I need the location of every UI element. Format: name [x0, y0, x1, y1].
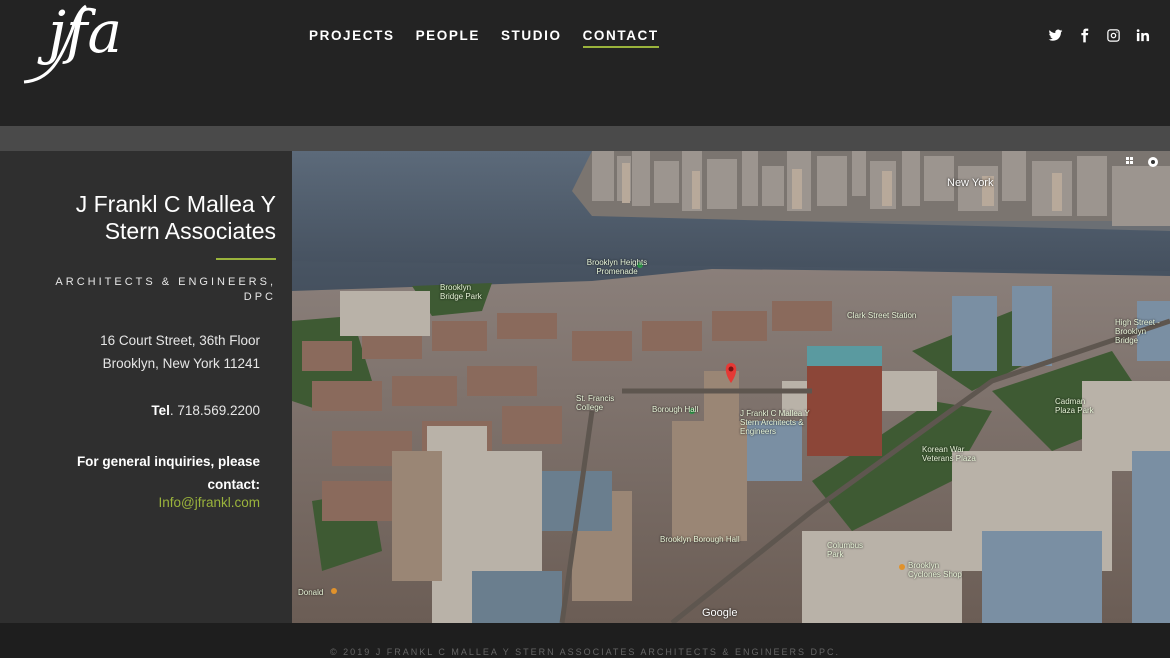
satellite-map[interactable]: New York Brooklyn Heights Promenade Broo…: [292, 151, 1170, 623]
map-label-korean-war: Korean War Veterans Plaza: [922, 445, 976, 463]
nav-projects[interactable]: PROJECTS: [309, 28, 395, 48]
header-band: [0, 126, 1170, 151]
main-nav: PROJECTS PEOPLE STUDIO CONTACT: [309, 28, 659, 48]
food-marker-icon: [331, 588, 337, 594]
tel-label: Tel: [151, 403, 170, 418]
map-label-new-york: New York: [947, 177, 994, 189]
logo[interactable]: jfa: [20, 0, 148, 88]
map-label-clark-st: Clark Street Station: [847, 311, 917, 320]
firm-name: J Frankl C Mallea Y Stern Associates: [75, 191, 276, 244]
map-label-st-francis: St. Francis College: [576, 394, 615, 412]
email-link[interactable]: Info@jfrankl.com: [159, 495, 261, 510]
map-label-jfa: J Frankl C Mallea Y Stern Architects & E…: [740, 409, 810, 436]
map-grid-icon[interactable]: [1125, 156, 1137, 168]
compass-icon[interactable]: [1147, 156, 1159, 168]
map-label-borough-hall-stop: Brooklyn Borough Hall: [660, 535, 740, 544]
address-line-2: Brooklyn, New York 11241: [102, 356, 260, 371]
instagram-icon[interactable]: [1106, 28, 1121, 43]
map-label-donald: Donald: [298, 588, 324, 597]
nav-people[interactable]: PEOPLE: [416, 28, 480, 48]
map-label-columbus: Columbus Park: [827, 541, 864, 559]
facebook-icon[interactable]: [1077, 28, 1092, 43]
map-label-borough-hall: Borough Hall: [652, 405, 699, 414]
map-label-cadman: Cadman Plaza Park: [1055, 397, 1094, 415]
accent-divider: [216, 258, 276, 260]
twitter-icon[interactable]: [1048, 28, 1063, 43]
contact-panel: J Frankl C Mallea Y Stern Associates ARC…: [0, 151, 292, 623]
firm-subtitle: ARCHITECTS & ENGINEERS, DPC: [55, 276, 276, 303]
site-header: jfa PROJECTS PEOPLE STUDIO CONTACT: [0, 0, 1170, 126]
map-label-high-st: High Street - Brooklyn Bridge: [1115, 318, 1160, 345]
map-image: [292, 151, 1170, 623]
telephone: Tel. 718.569.2200: [151, 403, 260, 418]
inquiry-text: For general inquiries, please contact:: [76, 454, 260, 492]
map-label-bridge-park: Brooklyn Bridge Park: [440, 283, 482, 301]
nav-studio[interactable]: STUDIO: [501, 28, 562, 48]
map-attribution: Google: [702, 607, 738, 619]
address-line-1: 16 Court Street, 36th Floor: [100, 333, 260, 348]
site-footer: © 2019 J FRANKL C MALLEA Y STERN ASSOCIA…: [0, 623, 1170, 658]
logo-text: jfa: [37, 0, 122, 66]
tel-number[interactable]: . 718.569.2200: [170, 403, 260, 418]
social-links: [1048, 28, 1150, 43]
linkedin-icon[interactable]: [1135, 28, 1150, 43]
nav-contact[interactable]: CONTACT: [582, 28, 659, 48]
copyright-text: © 2019 J FRANKL C MALLEA Y STERN ASSOCIA…: [330, 647, 840, 657]
map-label-promenade: Brooklyn Heights Promenade: [586, 258, 648, 276]
map-label-shop: Brooklyn Cyclones Shop: [908, 561, 962, 579]
shop-marker-icon: [899, 564, 905, 570]
